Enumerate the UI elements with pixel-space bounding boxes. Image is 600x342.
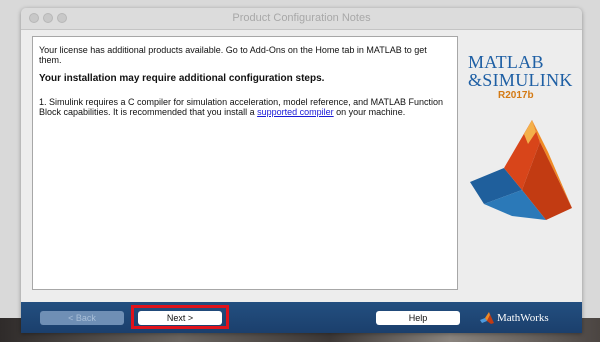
- license-info-text: Your license has additional products ava…: [39, 45, 427, 65]
- next-button[interactable]: Next >: [138, 311, 222, 325]
- supported-compiler-link[interactable]: supported compiler: [257, 107, 334, 117]
- help-button[interactable]: Help: [376, 311, 460, 325]
- config-steps-heading: Your installation may require additional…: [39, 73, 325, 84]
- back-button[interactable]: < Back: [40, 311, 124, 325]
- title-bar[interactable]: Product Configuration Notes: [21, 8, 582, 30]
- simulink-wordmark: &SIMULINK: [468, 70, 573, 90]
- l-shaped-membrane-icon: [470, 120, 572, 220]
- mathworks-wordmark: MathWorks: [497, 312, 549, 324]
- compiler-note-end: on your machine.: [333, 107, 406, 117]
- release-label: R2017b: [498, 90, 534, 101]
- product-logo: MATLAB &SIMULINK R2017b: [462, 36, 582, 290]
- window-title: Product Configuration Notes: [232, 12, 371, 24]
- installer-window: Product Configuration Notes Your license…: [21, 8, 582, 333]
- main-area: Your license has additional products ava…: [21, 30, 582, 302]
- compiler-note: 1. Simulink requires a C compiler for si…: [39, 97, 451, 117]
- mathworks-membrane-icon: [480, 312, 494, 325]
- notes-panel[interactable]: Your license has additional products ava…: [32, 36, 458, 290]
- mathworks-logo: MathWorks: [480, 310, 549, 326]
- button-bar: < Back Next > Help MathWorks: [21, 302, 582, 333]
